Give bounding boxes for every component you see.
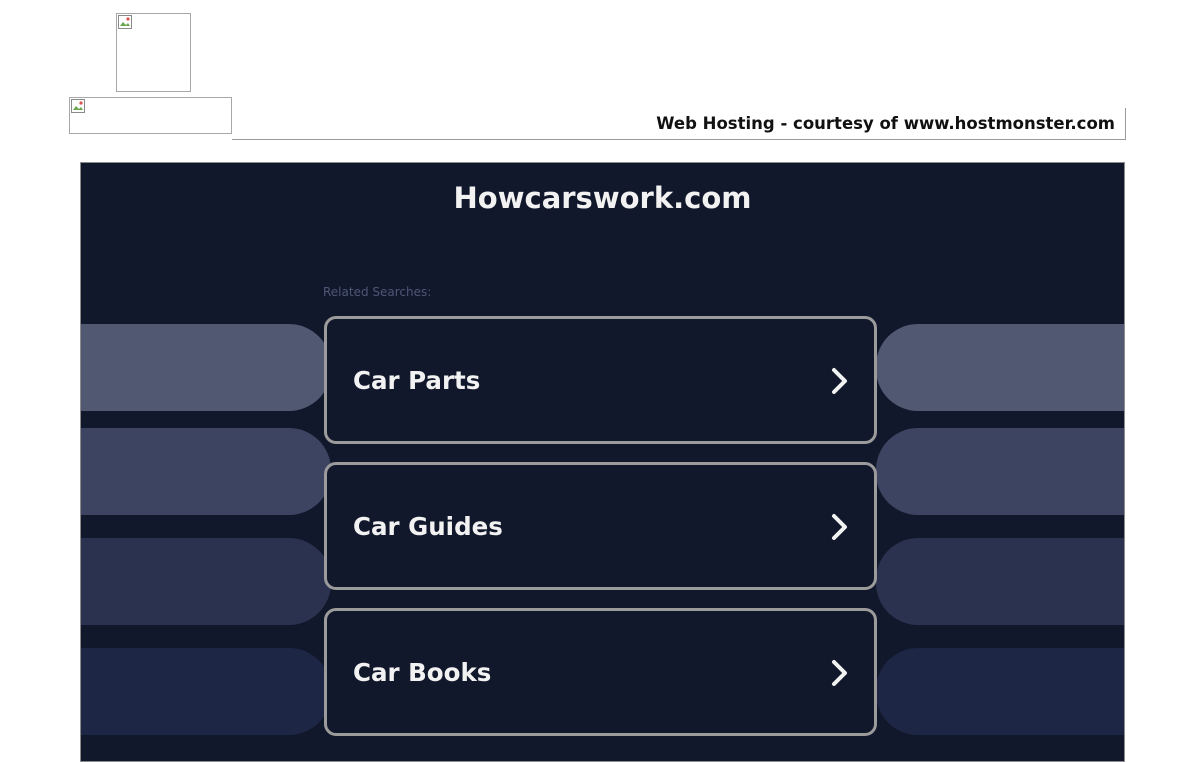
decorative-band bbox=[876, 428, 1124, 515]
decorative-band bbox=[81, 648, 331, 735]
related-search-car-guides[interactable]: Car Guides bbox=[324, 462, 877, 590]
related-search-car-books[interactable]: Car Books bbox=[324, 608, 877, 736]
chevron-right-icon bbox=[832, 514, 847, 540]
related-search-label: Car Guides bbox=[353, 512, 503, 541]
hosting-courtesy-link[interactable]: Web Hosting - courtesy of www.hostmonste… bbox=[656, 114, 1115, 133]
decorative-band bbox=[81, 324, 331, 411]
broken-logo-image bbox=[116, 13, 191, 92]
broken-image-icon bbox=[71, 99, 85, 113]
decorative-band bbox=[876, 324, 1124, 411]
broken-image-icon bbox=[118, 15, 132, 29]
related-searches-label: Related Searches: bbox=[323, 285, 432, 299]
chevron-right-icon bbox=[832, 368, 847, 394]
page-title: Howcarswork.com bbox=[453, 181, 752, 215]
decorative-band bbox=[81, 538, 331, 625]
related-search-car-parts[interactable]: Car Parts bbox=[324, 316, 877, 444]
decorative-band bbox=[876, 648, 1124, 735]
parked-domain-panel: Howcarswork.com Related Searches: Car Pa… bbox=[80, 162, 1125, 762]
decorative-band bbox=[81, 428, 331, 515]
related-search-label: Car Books bbox=[353, 658, 492, 687]
related-search-label: Car Parts bbox=[353, 366, 481, 395]
broken-banner-image[interactable] bbox=[69, 97, 232, 134]
decorative-band bbox=[876, 538, 1124, 625]
hosting-banner: Web Hosting - courtesy of www.hostmonste… bbox=[232, 108, 1126, 140]
chevron-right-icon bbox=[832, 660, 847, 686]
